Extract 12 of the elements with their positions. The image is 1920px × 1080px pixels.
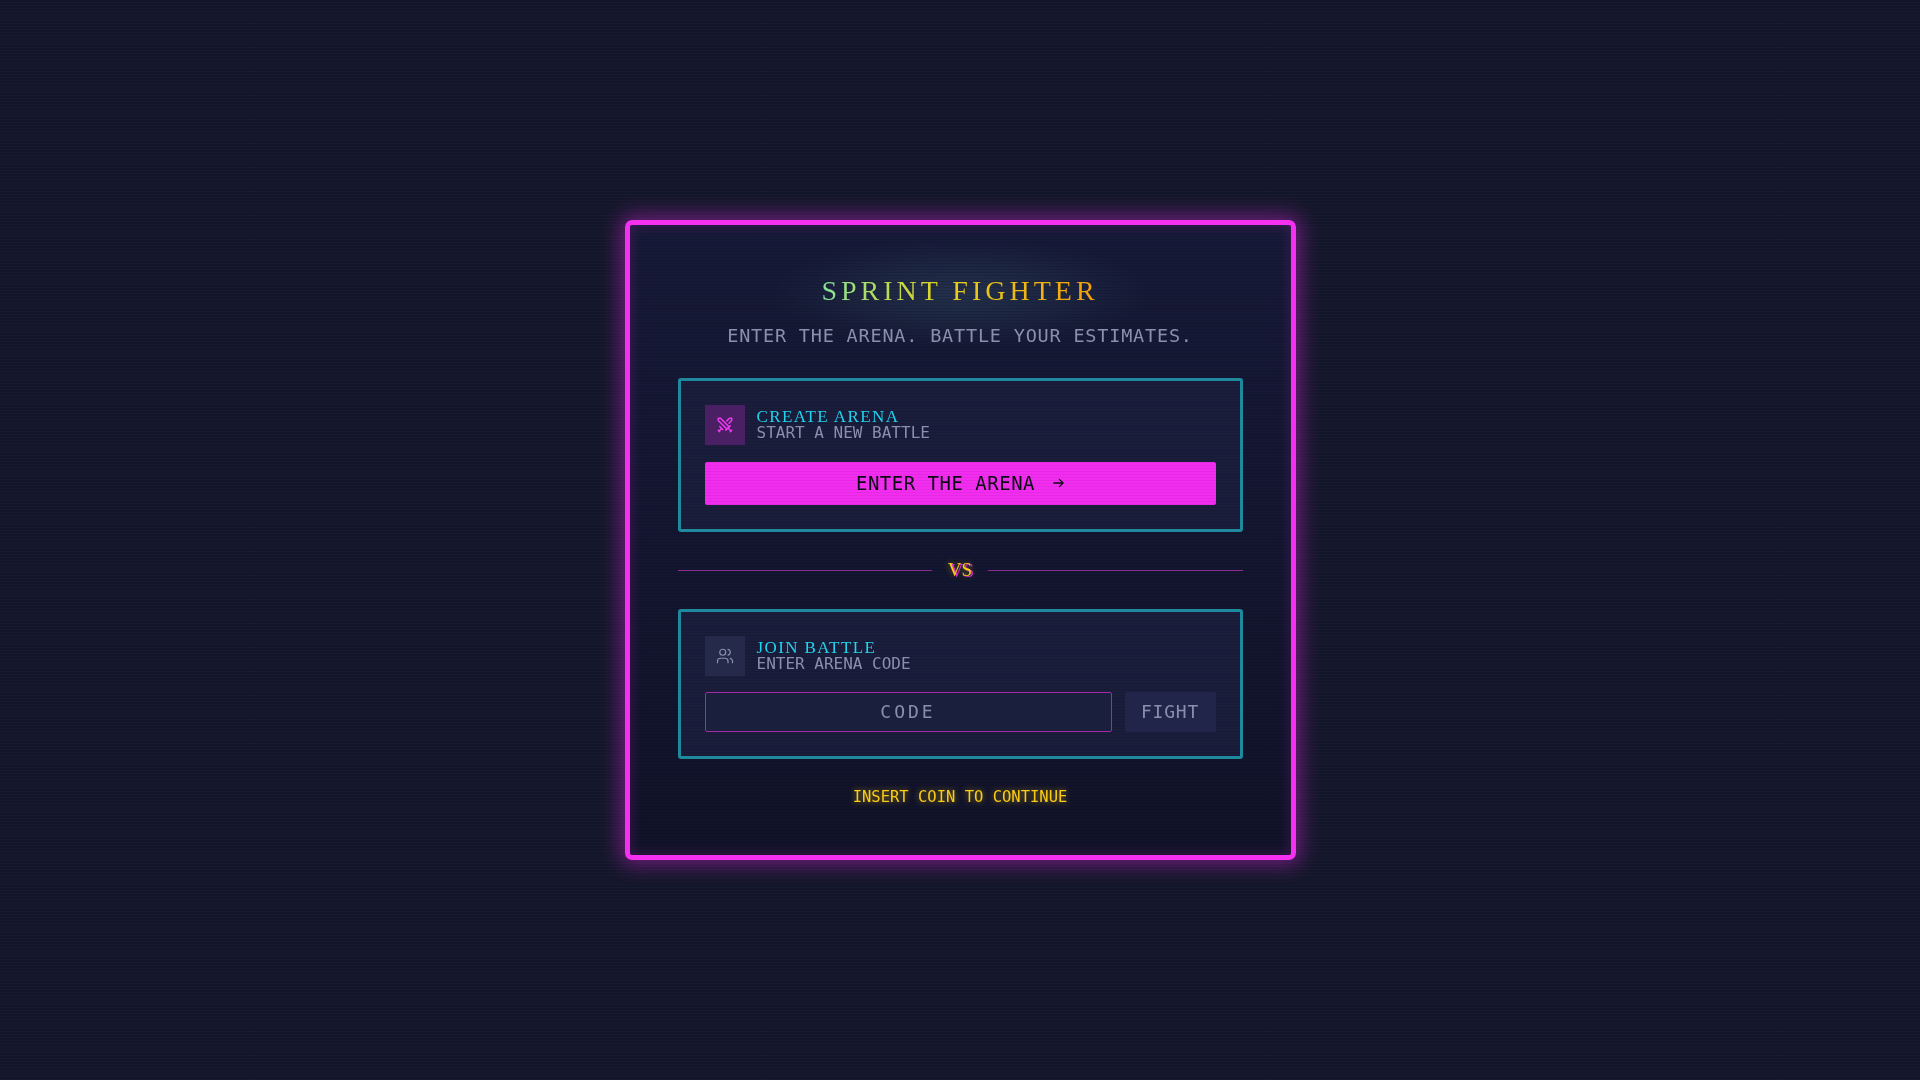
panel-subtitle: START A NEW BATTLE [756, 425, 930, 441]
panel-subtitle: ENTER ARENA CODE [756, 655, 911, 672]
users-icon [704, 635, 745, 676]
code-input[interactable]: CODE [704, 691, 1112, 732]
tagline: ENTER THE ARENA. BATTLE YOUR ESTIMATES. [726, 325, 1194, 346]
swords-icon [704, 405, 745, 445]
panel-title: JOIN BATTLE [756, 639, 878, 656]
panel-title: CREATE ARENA [756, 409, 901, 425]
arrow-icon [1053, 478, 1065, 488]
vs-label: VS [947, 559, 973, 581]
enter-arena-button[interactable]: ENTER THE ARENA [704, 461, 1216, 505]
insert-coin-text: INSERT COIN TO CONTINUE [851, 788, 1069, 806]
